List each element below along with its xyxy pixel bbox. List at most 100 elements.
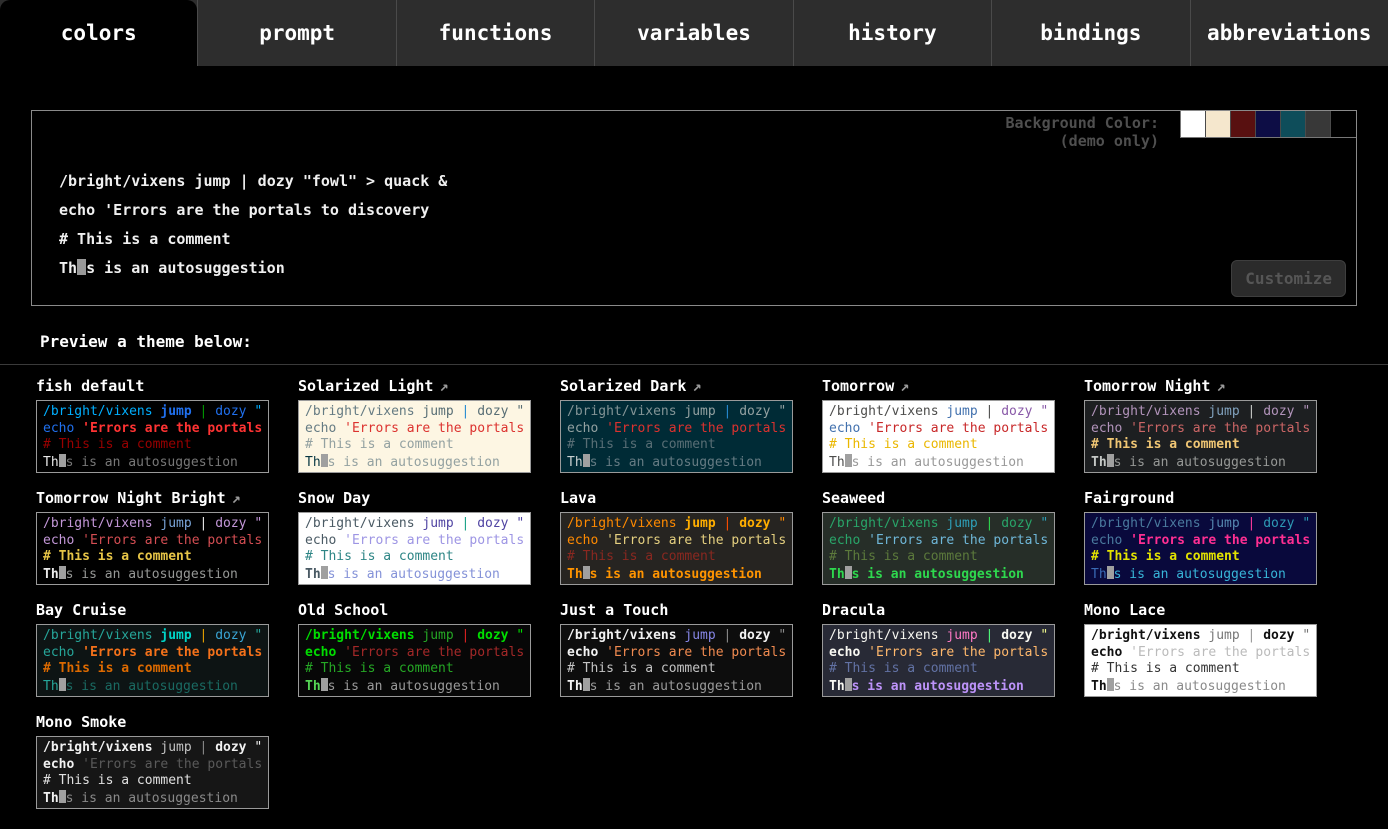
token-autosuggestion-suffix: s is an autosuggestion xyxy=(852,679,1024,694)
external-link-icon[interactable]: ↗ xyxy=(1216,377,1225,395)
token-autosuggestion-suffix: s is an autosuggestion xyxy=(328,455,500,470)
external-link-icon[interactable]: ↗ xyxy=(900,377,909,395)
card-line-command: /bright/vixens jump | dozy " xyxy=(829,628,1048,645)
background-swatch-row xyxy=(1180,111,1356,138)
theme-card[interactable]: /bright/vixens jump | dozy " echo 'Error… xyxy=(1084,512,1317,585)
card-line-comment: # This is a comment xyxy=(829,549,1048,566)
token-path: /bright/vixens xyxy=(829,516,939,531)
theme-card[interactable]: /bright/vixens jump | dozy " echo 'Error… xyxy=(560,624,793,697)
card-line-comment: # This is a comment xyxy=(829,437,1048,454)
token-quote: " xyxy=(1040,628,1048,643)
theme-title: Mono Lace xyxy=(1084,601,1317,624)
theme-card[interactable]: /bright/vixens jump | dozy " echo 'Error… xyxy=(298,400,531,473)
theme-card[interactable]: /bright/vixens jump | dozy " echo 'Error… xyxy=(298,512,531,585)
tab-colors[interactable]: colors xyxy=(0,0,197,66)
card-line-string: echo 'Errors are the portals xyxy=(1091,645,1310,662)
theme-card[interactable]: /bright/vixens jump | dozy " echo 'Error… xyxy=(36,400,269,473)
token-quote: " xyxy=(1040,404,1048,419)
token-quote: " xyxy=(516,516,524,531)
tab-functions[interactable]: functions xyxy=(396,0,594,66)
card-line-comment: # This is a comment xyxy=(43,549,262,566)
external-link-icon[interactable]: ↗ xyxy=(232,489,241,507)
token-echo: echo xyxy=(43,645,74,660)
theme-card[interactable]: /bright/vixens jump | dozy " echo 'Error… xyxy=(298,624,531,697)
text-cursor-block xyxy=(77,259,86,275)
token-comment: # This is a comment xyxy=(567,661,716,676)
theme-title: Fairground xyxy=(1084,489,1317,512)
section-title: Preview a theme below: xyxy=(0,306,1388,364)
token-autosuggestion-suffix: s is an autosuggestion xyxy=(66,679,238,694)
token-path: /bright/vixens xyxy=(567,404,677,419)
token-command: jump xyxy=(684,404,715,419)
token-command: jump xyxy=(422,628,453,643)
token-echo: echo xyxy=(305,421,336,436)
token-command: jump xyxy=(946,628,977,643)
background-swatch-teal[interactable] xyxy=(1281,111,1306,137)
external-link-icon[interactable]: ↗ xyxy=(439,377,448,395)
token-string: 'Errors are the portals xyxy=(82,645,262,660)
theme-card[interactable]: /bright/vixens jump | dozy " echo 'Error… xyxy=(560,512,793,585)
background-swatch-maroon[interactable] xyxy=(1231,111,1256,137)
theme-cell: Mono Lace /bright/vixens jump | dozy " e… xyxy=(1084,601,1317,697)
background-swatch-white[interactable] xyxy=(1181,111,1206,137)
text-cursor-block xyxy=(1107,454,1114,467)
token-autosuggestion-prefix: Th xyxy=(1091,567,1107,582)
token-path: /bright/vixens xyxy=(829,404,939,419)
theme-card[interactable]: /bright/vixens jump | dozy " echo 'Error… xyxy=(36,512,269,585)
card-line-autosuggestion: Ths is an autosuggestion xyxy=(829,678,1048,696)
theme-title-text: Mono Smoke xyxy=(36,713,126,731)
token-path: /bright/vixens xyxy=(305,628,415,643)
token-path: /bright/vixens xyxy=(43,404,153,419)
background-swatch-black[interactable] xyxy=(1331,111,1356,137)
token-comment: # This is a comment xyxy=(1091,661,1240,676)
token-pipe: | xyxy=(724,516,732,531)
token-quote: " xyxy=(1302,516,1310,531)
token-autosuggestion-prefix: Th xyxy=(305,567,321,582)
theme-card[interactable]: /bright/vixens jump | dozy " echo 'Error… xyxy=(822,512,1055,585)
theme-title-text: Tomorrow xyxy=(822,377,894,395)
theme-card[interactable]: /bright/vixens jump | dozy " echo 'Error… xyxy=(1084,624,1317,697)
theme-cell: Old School /bright/vixens jump | dozy " … xyxy=(298,601,531,697)
token-autosuggestion-suffix: s is an autosuggestion xyxy=(590,679,762,694)
theme-card[interactable]: /bright/vixens jump | dozy " echo 'Error… xyxy=(560,400,793,473)
text-cursor-block xyxy=(321,678,328,691)
token-pipe: | xyxy=(200,516,208,531)
theme-cell: Bay Cruise /bright/vixens jump | dozy " … xyxy=(36,601,269,697)
theme-title-text: Mono Lace xyxy=(1084,601,1165,619)
theme-card[interactable]: /bright/vixens jump | dozy " echo 'Error… xyxy=(1084,400,1317,473)
theme-card[interactable]: /bright/vixens jump | dozy " echo 'Error… xyxy=(36,624,269,697)
theme-title-text: Snow Day xyxy=(298,489,370,507)
token-param: dozy xyxy=(739,516,770,531)
background-color-label-line2: (demo only) xyxy=(1005,132,1159,150)
token-string: 'Errors are the portals xyxy=(82,421,262,436)
background-swatch-dark-gray[interactable] xyxy=(1306,111,1331,137)
token-autosuggestion-prefix: Th xyxy=(567,567,583,582)
card-line-command: /bright/vixens jump | dozy " xyxy=(305,404,524,421)
tab-abbreviations[interactable]: abbreviations xyxy=(1190,0,1388,66)
text-cursor-block xyxy=(59,454,66,467)
theme-title: Old School xyxy=(298,601,531,624)
customize-button[interactable]: Customize xyxy=(1231,260,1346,297)
tab-bindings[interactable]: bindings xyxy=(991,0,1189,66)
token-string: 'Errors are the portals xyxy=(1130,421,1310,436)
tab-variables[interactable]: variables xyxy=(594,0,792,66)
theme-card[interactable]: /bright/vixens jump | dozy " echo 'Error… xyxy=(36,736,269,809)
tab-history[interactable]: history xyxy=(793,0,991,66)
theme-cell: Snow Day /bright/vixens jump | dozy " ec… xyxy=(298,489,531,585)
theme-card[interactable]: /bright/vixens jump | dozy " echo 'Error… xyxy=(822,624,1055,697)
token-echo: echo xyxy=(567,645,598,660)
background-swatch-navy[interactable] xyxy=(1256,111,1281,137)
token-pipe: | xyxy=(986,516,994,531)
token-param: dozy xyxy=(215,404,246,419)
text-cursor-block xyxy=(583,566,590,579)
background-swatch-cream[interactable] xyxy=(1206,111,1231,137)
card-line-string: echo 'Errors are the portals xyxy=(43,421,262,438)
token-comment: # This is a comment xyxy=(567,437,716,452)
card-line-command: /bright/vixens jump | dozy " xyxy=(43,516,262,533)
sample-line-command: /bright/vixens jump | dozy "fowl" > quac… xyxy=(59,167,1356,196)
token-echo: echo xyxy=(829,421,860,436)
external-link-icon[interactable]: ↗ xyxy=(692,377,701,395)
theme-card[interactable]: /bright/vixens jump | dozy " echo 'Error… xyxy=(822,400,1055,473)
tab-prompt[interactable]: prompt xyxy=(197,0,395,66)
sample-line-autosuggestion: Ths is an autosuggestion xyxy=(59,254,1356,283)
